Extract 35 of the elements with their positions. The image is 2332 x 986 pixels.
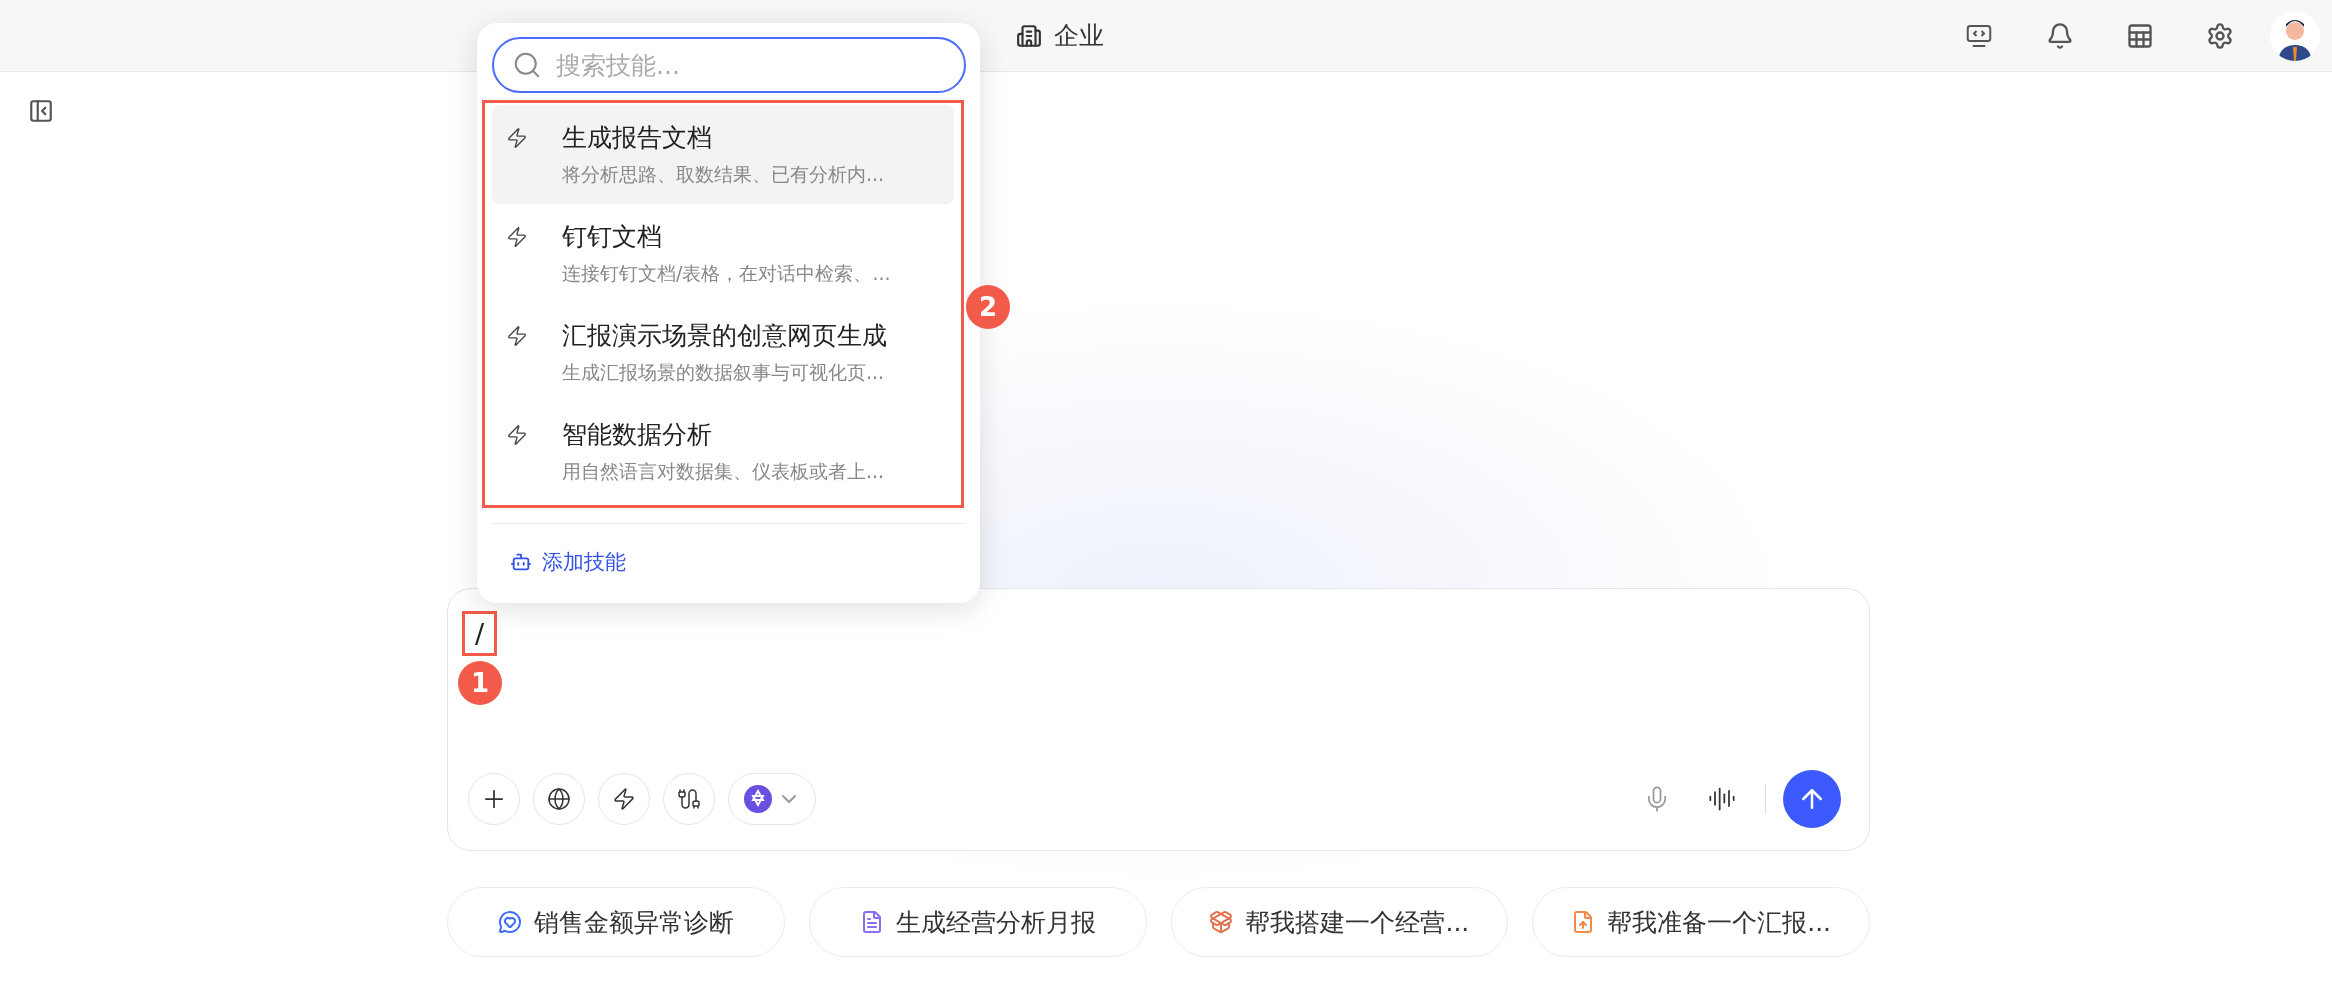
lightning-icon — [506, 225, 528, 248]
plug-icon[interactable] — [663, 773, 715, 825]
sidebar-toggle-icon[interactable] — [28, 98, 54, 124]
step-badge: 1 — [458, 661, 502, 705]
skill-item[interactable]: 智能数据分析 用自然语言对数据集、仪表板或者上... — [492, 402, 954, 501]
send-button[interactable] — [1783, 770, 1841, 828]
suggestion-chip[interactable]: 帮我搭建一个经营... — [1170, 887, 1509, 957]
lightning-icon — [506, 126, 528, 149]
model-logo-icon — [743, 784, 773, 814]
suggestion-chip[interactable]: 生成经营分析月报 — [808, 887, 1147, 957]
add-skill-link[interactable]: 添加技能 — [482, 524, 966, 576]
robot-icon — [510, 551, 532, 573]
skill-item[interactable]: 生成报告文档 将分析思路、取数结果、已有分析内... — [492, 105, 954, 204]
skill-item[interactable]: 汇报演示场景的创意网页生成 生成汇报场景的数据叙事与可视化页... — [492, 303, 954, 402]
plus-icon[interactable] — [468, 773, 520, 825]
avatar[interactable] — [2270, 10, 2320, 61]
box-icon — [1209, 910, 1234, 934]
bell-icon[interactable] — [2046, 21, 2074, 50]
lightning-icon[interactable] — [598, 773, 650, 825]
model-selector[interactable] — [728, 773, 816, 825]
lightning-icon — [506, 423, 528, 446]
skill-item[interactable]: 钉钉文档 连接钉钉文档/表格，在对话中检索、... — [492, 204, 954, 303]
nav-tab[interactable]: 企业 — [1016, 19, 1104, 52]
suggestion-chip[interactable]: 销售金额异常诊断 — [447, 887, 785, 957]
search-field[interactable]: 搜索技能... — [492, 37, 966, 93]
step-badge: 2 — [966, 285, 1010, 329]
table-settings-icon[interactable] — [2126, 21, 2154, 50]
suggestion-chip[interactable]: 帮我准备一个汇报... — [1532, 887, 1870, 957]
search-icon — [512, 50, 542, 80]
globe-icon[interactable] — [533, 773, 585, 825]
chat-heart-icon — [497, 910, 522, 934]
input-value[interactable]: / — [475, 618, 485, 649]
lightning-icon — [506, 324, 528, 347]
settings-icon[interactable] — [2206, 21, 2234, 50]
building-icon — [1016, 22, 1042, 49]
